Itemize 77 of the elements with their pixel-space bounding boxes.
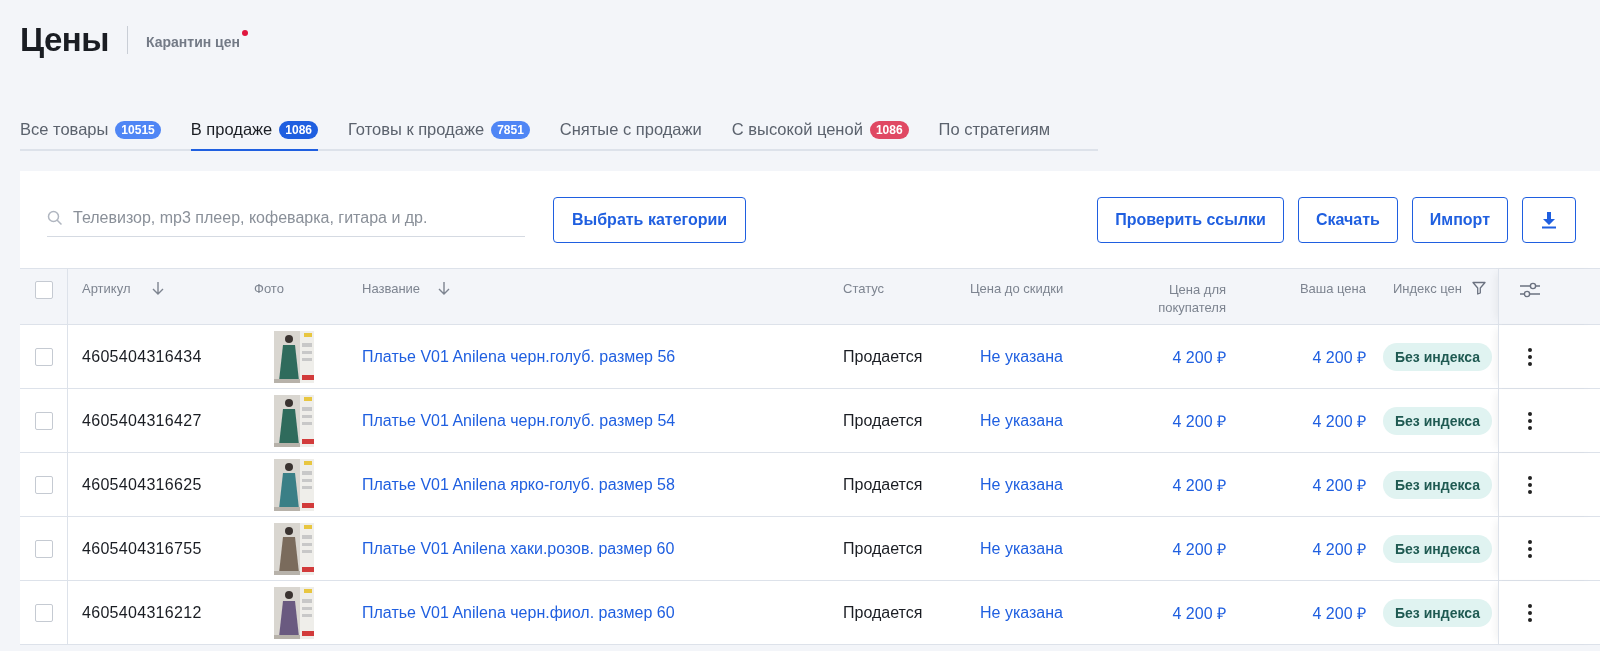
more-options-icon[interactable] [1527, 475, 1532, 494]
quarantine-link[interactable]: Карантин цен [146, 34, 240, 50]
buyer-price-link[interactable]: 4 200 ₽ [1172, 473, 1226, 496]
your-price-link[interactable]: 4 200 ₽ [1312, 409, 1366, 432]
column-header: Статус [843, 281, 885, 296]
product-name-link[interactable]: Платье V01 Anilena хаки.розов. размер 60 [362, 539, 675, 558]
your-price-link[interactable]: 4 200 ₽ [1312, 537, 1366, 560]
more-options-icon[interactable] [1527, 603, 1532, 622]
buyer-price-link[interactable]: 4 200 ₽ [1172, 409, 1226, 432]
buyer-price-link[interactable]: 4 200 ₽ [1172, 601, 1226, 624]
your-price-link[interactable]: 4 200 ₽ [1312, 345, 1366, 368]
your-price-link[interactable]: 4 200 ₽ [1312, 473, 1366, 496]
product-name-link[interactable]: Платье V01 Anilena черн.голуб. размер 56 [362, 347, 676, 366]
more-options-icon[interactable] [1527, 539, 1532, 558]
select-categories-button[interactable]: Выбрать категории [553, 196, 747, 243]
index-tag: Без индекса [1383, 534, 1492, 563]
sku-cell: 4605404316755 [82, 539, 202, 558]
count-badge: 1086 [869, 120, 909, 139]
row-checkbox[interactable] [34, 475, 53, 494]
product-name-link[interactable]: Платье V01 Anilena черн.голуб. размер 54 [362, 411, 676, 430]
status-cell: Продается [843, 347, 923, 366]
count-badge: 10515 [115, 120, 161, 139]
tab[interactable]: Готовы к продаже 7851 [348, 120, 530, 151]
column-header: Ваша цена [1299, 281, 1366, 296]
your-price-link[interactable]: 4 200 ₽ [1312, 601, 1366, 624]
old-price-link[interactable]: Не указана [980, 539, 1063, 558]
buyer-price-link[interactable]: 4 200 ₽ [1172, 345, 1226, 368]
tab[interactable]: Все товары 10515 [20, 120, 161, 151]
sku-cell: 4605404316427 [82, 411, 202, 430]
tab[interactable]: С высокой ценой 1086 [731, 120, 909, 151]
old-price-link[interactable]: Не указана [980, 411, 1063, 430]
tab[interactable]: По стратегиям [938, 120, 1051, 151]
status-cell: Продается [843, 411, 923, 430]
index-tag: Без индекса [1383, 342, 1492, 371]
download-button[interactable] [1522, 196, 1576, 243]
sku-cell: 4605404316625 [82, 475, 202, 494]
row-checkbox[interactable] [34, 539, 53, 558]
index-tag: Без индекса [1383, 406, 1492, 435]
action-button[interactable]: Импорт [1411, 196, 1508, 243]
row-checkbox[interactable] [34, 411, 53, 430]
sort-arrow-icon[interactable] [152, 281, 165, 295]
page-title: Цены [20, 21, 109, 59]
action-button[interactable]: Скачать [1297, 196, 1398, 243]
tab[interactable]: Снятые с продажи [559, 120, 702, 151]
select-all-checkbox[interactable] [34, 281, 53, 299]
status-cell: Продается [843, 603, 923, 622]
settings-sliders-icon[interactable] [1518, 281, 1541, 299]
old-price-link[interactable]: Не указана [980, 347, 1063, 366]
status-cell: Продается [843, 539, 923, 558]
column-header[interactable]: Артикул [82, 281, 131, 296]
download-icon [1541, 210, 1557, 229]
row-checkbox[interactable] [34, 603, 53, 622]
sku-cell: 4605404316434 [82, 347, 202, 366]
product-name-link[interactable]: Платье V01 Anilena черн.фиол. размер 60 [362, 603, 675, 622]
sku-cell: 4605404316212 [82, 603, 202, 622]
column-header: Фото [254, 281, 284, 296]
index-tag: Без индекса [1383, 598, 1492, 627]
more-options-icon[interactable] [1527, 347, 1532, 366]
status-cell: Продается [843, 475, 923, 494]
product-name-link[interactable]: Платье V01 Anilena ярко-голуб. размер 58 [362, 475, 675, 494]
more-options-icon[interactable] [1527, 411, 1532, 430]
action-button[interactable]: Проверить ссылки [1097, 196, 1284, 243]
column-header: Цена для покупателя [1157, 281, 1226, 317]
count-badge: 7851 [491, 120, 530, 139]
old-price-link[interactable]: Не указана [980, 603, 1063, 622]
old-price-link[interactable]: Не указана [980, 475, 1063, 494]
row-checkbox[interactable] [34, 347, 53, 366]
column-header: Цена до скидки [970, 281, 1064, 296]
search-icon [47, 210, 63, 226]
buyer-price-link[interactable]: 4 200 ₽ [1172, 537, 1226, 560]
column-header: Индекс цен [1393, 281, 1462, 296]
index-tag: Без индекса [1383, 470, 1492, 499]
count-badge: 1086 [279, 120, 318, 139]
column-header[interactable]: Название [362, 281, 421, 296]
filter-icon[interactable] [1472, 281, 1486, 295]
sort-arrow-icon[interactable] [438, 281, 451, 295]
tab[interactable]: В продаже 1086 [190, 120, 318, 151]
